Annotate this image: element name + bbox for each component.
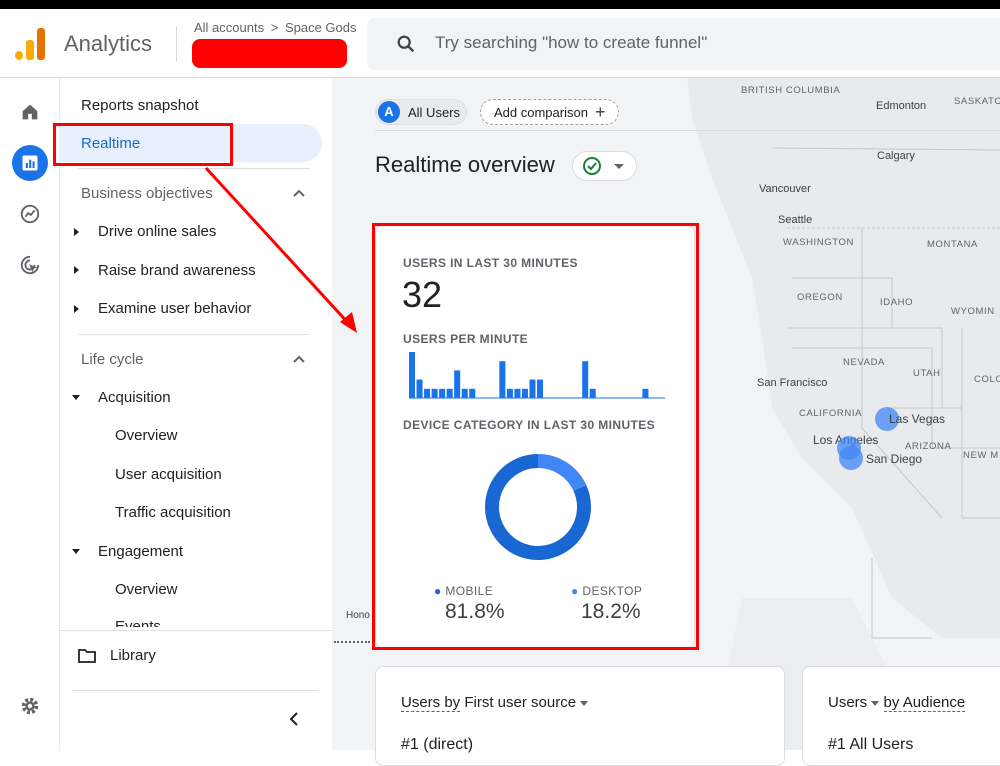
annotation-arrow bbox=[204, 166, 357, 333]
